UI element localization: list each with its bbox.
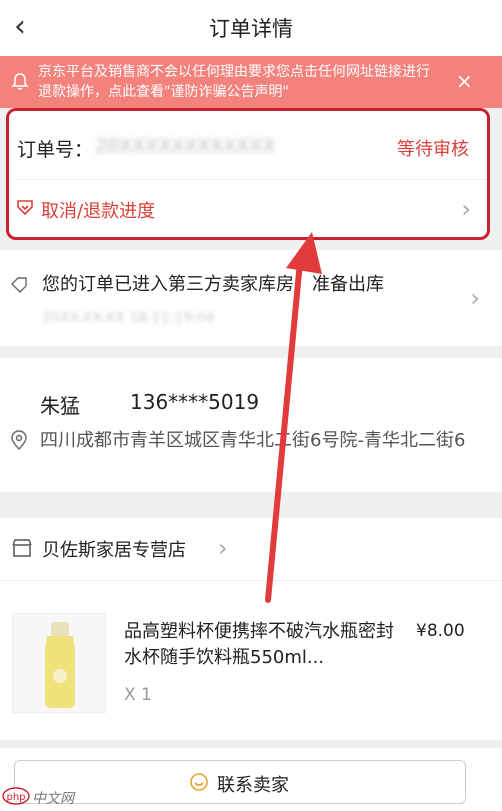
chevron-right-icon[interactable]: › [470,284,480,312]
divider [17,179,487,180]
product-price: ¥8.00 [416,621,465,641]
php-logo-icon: php [2,787,30,805]
tracking-status: 您的订单已进入第三方卖家库房，准备出库 [42,274,384,295]
fraud-notice-banner[interactable]: 京东平台及销售商不会以任何理由要求您点击任何网址链接进行退款操作，点此查看"谨防… [0,56,502,108]
product-row[interactable]: 品高塑料杯便携摔不破汽水瓶密封水杯随手饮料瓶550ml... ¥8.00 X 1 [0,580,502,740]
store-row[interactable]: 贝佐斯家居专营店 › [0,518,502,580]
product-name: 品高塑料杯便携摔不破汽水瓶密封水杯随手饮料瓶550ml... [124,621,394,668]
watermark: php 中文网 [2,786,90,808]
close-icon[interactable]: × [456,70,473,92]
tag-icon [11,277,27,293]
refund-icon [17,200,33,216]
store-name: 贝佐斯家居专营店 [42,540,186,561]
tracking-time: 20XX-XX-XX 18:11:19:04 [42,310,215,326]
header: ‹ 订单详情 [0,0,502,56]
recipient-name: 朱猛 [40,394,80,418]
product-image [12,613,106,713]
order-status-badge: 等待审核 [397,139,469,160]
chat-icon [190,773,208,791]
contact-seller-label: 联系卖家 [217,775,289,796]
location-pin-icon [11,430,27,450]
svg-text:php: php [6,792,25,803]
address-detail: 四川成都市青羊区城区青华北二街6号院-青华北二街6 [40,430,466,451]
tracking-row[interactable]: 您的订单已进入第三方卖家库房，准备出库 20XX-XX-XX 18:11:19:… [0,250,502,346]
recipient-phone: 136****5019 [130,390,260,414]
refund-progress-link[interactable]: 取消/退款进度 [41,197,155,223]
chevron-right-icon[interactable]: › [218,534,228,562]
bell-icon [11,73,29,90]
page-title: 订单详情 [209,17,293,41]
notice-text: 京东平台及销售商不会以任何理由要求您点击任何网址链接进行退款操作，点此查看"谨防… [38,64,430,100]
store-icon [12,539,32,557]
chevron-right-icon[interactable]: › [461,195,471,223]
order-card: 订单号： 20XXXXXXXXXXXX 等待审核 取消/退款进度 › [6,108,490,240]
order-number-value: 20XXXXXXXXXXXX [95,135,276,157]
address-block: 朱猛 136****5019 四川成都市青羊区城区青华北二街6号院-青华北二街6 [0,358,502,492]
product-quantity: X 1 [124,685,152,705]
order-number-label: 订单号： [17,139,94,161]
watermark-text: 中文网 [32,791,74,807]
